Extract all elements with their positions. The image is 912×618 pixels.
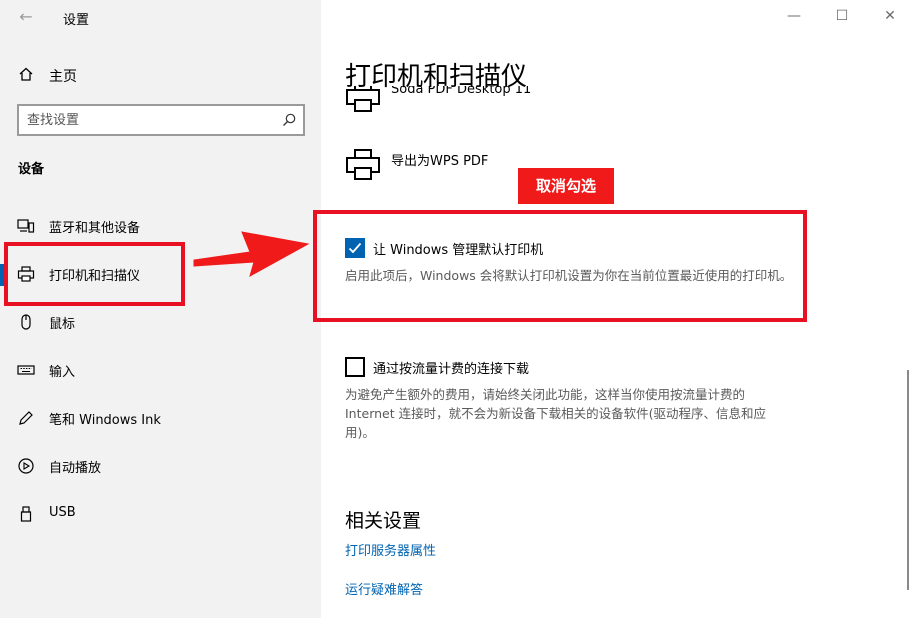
sidebar-item-label: USB: [49, 505, 76, 520]
back-arrow-icon[interactable]: ←: [12, 4, 40, 30]
printer-list-clipped: Soda PDF Desktop 11: [345, 86, 645, 126]
printer-name: 导出为WPS PDF: [391, 154, 489, 169]
related-settings-title: 相关设置: [345, 510, 422, 532]
usb-icon: [20, 506, 32, 522]
sidebar-item-pen[interactable]: 笔和 Windows Ink: [0, 398, 321, 438]
metered-download-checkbox[interactable]: [345, 357, 365, 377]
sidebar-item-autoplay[interactable]: 自动播放: [0, 446, 321, 486]
sidebar-item-label: 输入: [49, 365, 76, 380]
printer-item[interactable]: Soda PDF Desktop 11: [345, 86, 645, 116]
autoplay-icon: [18, 458, 34, 474]
scrollbar[interactable]: [907, 370, 909, 590]
window-controls: — ☐ ✕: [772, 0, 912, 32]
sidebar-item-label: 主页: [49, 69, 77, 85]
search-box[interactable]: [17, 104, 305, 136]
setting-description: 为避免产生额外的费用，请始终关闭此功能，这样当你使用按流量计费的 Interne…: [345, 387, 766, 440]
annotation-highlight-sidebar: [4, 242, 185, 306]
bluetooth-devices-icon: [17, 219, 35, 233]
setting-label: 通过按流量计费的连接下载: [373, 362, 530, 377]
app-title: 设置: [63, 13, 90, 28]
printer-icon: [346, 86, 380, 112]
mouse-icon: [21, 314, 31, 330]
print-server-properties-link[interactable]: 打印服务器属性: [345, 540, 436, 559]
annotation-tag: 取消勾选: [518, 168, 614, 204]
sidebar-item-label: 笔和 Windows Ink: [49, 413, 161, 428]
section-title: 设备: [18, 162, 45, 177]
sidebar-item-label: 自动播放: [49, 461, 102, 476]
sidebar: ← 设置 主页 设备 蓝牙和其他设备: [0, 0, 321, 618]
troubleshoot-link[interactable]: 运行疑难解答: [345, 579, 423, 598]
sidebar-item-label: 鼠标: [49, 317, 76, 332]
printer-name: Soda PDF Desktop 11: [391, 86, 532, 97]
sidebar-item-home[interactable]: 主页: [0, 58, 321, 92]
annotation-highlight-setting: [313, 210, 807, 322]
sidebar-item-label: 蓝牙和其他设备: [49, 221, 141, 236]
search-icon[interactable]: [281, 112, 297, 128]
close-icon[interactable]: ✕: [878, 6, 902, 26]
printer-icon: [346, 149, 380, 180]
settings-window: ← 设置 主页 设备 蓝牙和其他设备: [0, 0, 912, 618]
home-icon: [19, 67, 33, 81]
minimize-icon[interactable]: —: [782, 6, 806, 26]
maximize-icon[interactable]: ☐: [830, 6, 854, 26]
sidebar-item-usb[interactable]: USB: [0, 494, 321, 534]
search-input[interactable]: [27, 110, 267, 130]
keyboard-icon: [17, 365, 35, 375]
pen-icon: [19, 411, 33, 425]
annotation-arrow-icon: [193, 231, 310, 278]
sidebar-item-mouse[interactable]: 鼠标: [0, 302, 321, 342]
sidebar-item-typing[interactable]: 输入: [0, 350, 321, 390]
